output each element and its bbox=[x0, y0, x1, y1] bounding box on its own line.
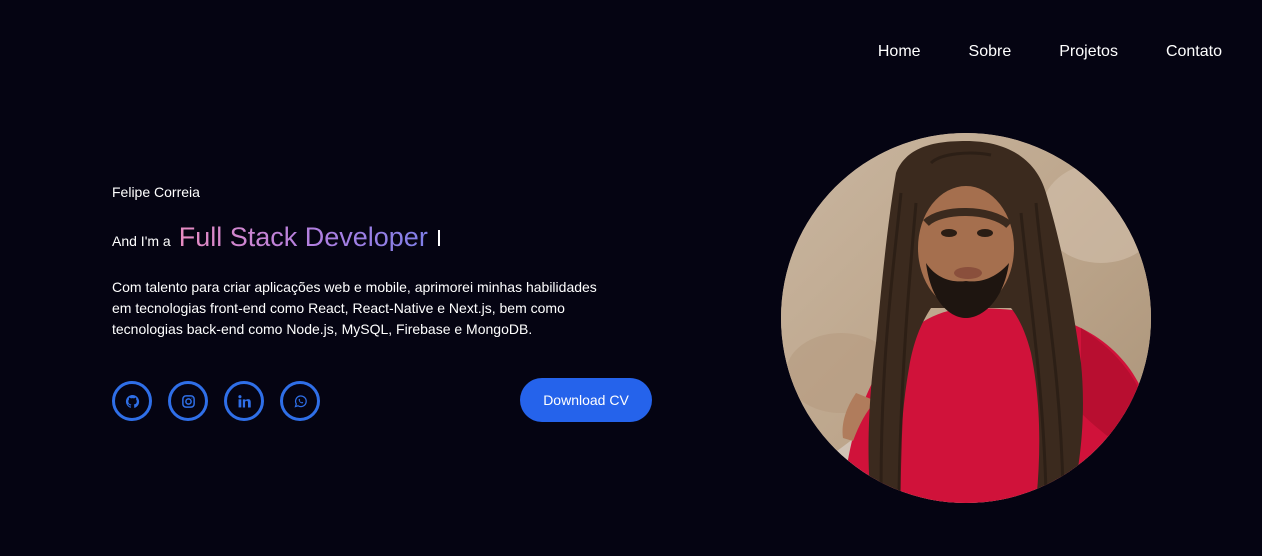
nav-sobre[interactable]: Sobre bbox=[969, 42, 1012, 62]
role-title: Full Stack Developer bbox=[178, 222, 428, 252]
download-cv-button[interactable]: Download CV bbox=[520, 378, 652, 422]
whatsapp-icon bbox=[294, 394, 307, 407]
social-links bbox=[112, 381, 320, 421]
hero-description: Com talento para criar aplicações web e … bbox=[112, 279, 597, 337]
nav-home[interactable]: Home bbox=[878, 42, 921, 62]
github-icon bbox=[125, 394, 139, 408]
role-intro: And I'm a bbox=[112, 233, 171, 249]
profile-photo bbox=[781, 133, 1151, 503]
role-line: And I'm a Full Stack Developer bbox=[112, 223, 672, 255]
instagram-icon bbox=[181, 394, 195, 408]
hero-name: Felipe Correia bbox=[112, 184, 200, 200]
linkedin-link[interactable] bbox=[224, 381, 264, 421]
profile-photo-illustration bbox=[781, 133, 1151, 503]
github-link[interactable] bbox=[112, 381, 152, 421]
hero-section: Felipe Correia And I'm a Full Stack Deve… bbox=[112, 183, 672, 340]
nav-contato[interactable]: Contato bbox=[1166, 42, 1222, 62]
nav-projetos[interactable]: Projetos bbox=[1059, 42, 1118, 62]
instagram-link[interactable] bbox=[168, 381, 208, 421]
typing-caret bbox=[437, 230, 440, 246]
main-nav: Home Sobre Projetos Contato bbox=[878, 42, 1222, 62]
linkedin-icon bbox=[237, 394, 251, 407]
whatsapp-link[interactable] bbox=[280, 381, 320, 421]
